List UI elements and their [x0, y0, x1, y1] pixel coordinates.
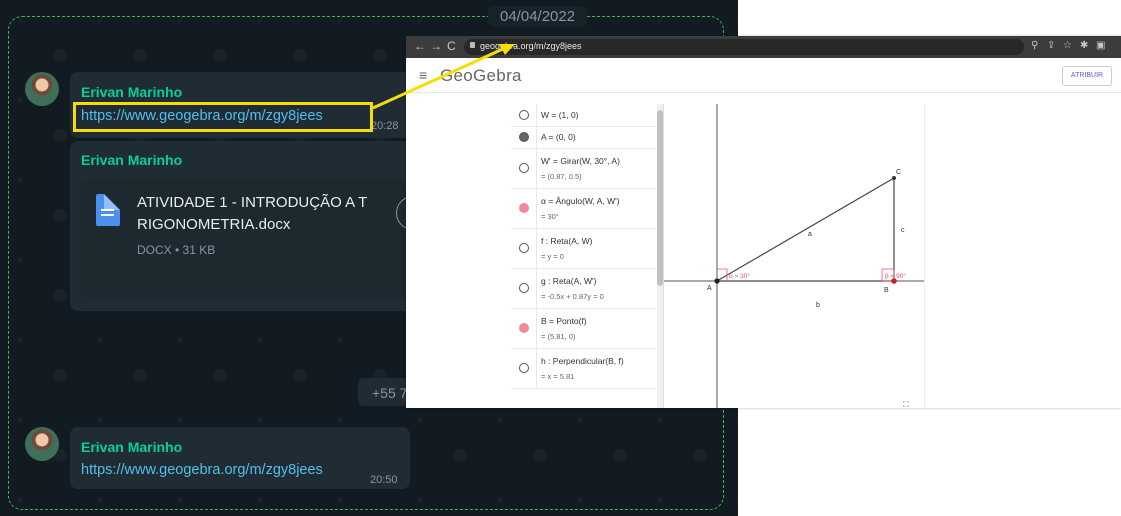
label-a: A [707, 285, 712, 292]
algebra-definition[interactable]: h : Perpendicular(B, f) [541, 356, 624, 366]
point-a[interactable] [714, 278, 720, 284]
row-divider [536, 228, 537, 268]
row-divider [536, 348, 537, 388]
forward-arrow-icon[interactable]: → [430, 39, 442, 53]
row-divider [536, 268, 537, 308]
algebra-value: = x = 5.81 [541, 372, 575, 381]
url-text[interactable]: geogebra.org/m/zgy8jees [480, 41, 582, 51]
algebra-row[interactable]: B = Ponto(f) = (5.81, 0) [511, 308, 656, 349]
visibility-toggle[interactable] [519, 363, 529, 373]
label-side-a: a [808, 231, 812, 238]
geogebra-link[interactable]: https://www.geogebra.org/m/zgy8jees [81, 462, 323, 478]
visibility-toggle[interactable] [519, 110, 529, 120]
graphics-view[interactable]: A B C a b c α = 30° β = 90° [664, 104, 925, 408]
algebra-value: = (0.87, 0.5) [541, 172, 582, 181]
algebra-value: = -0.5x + 0.87y = 0 [541, 292, 604, 301]
algebra-value: = 30° [541, 212, 559, 221]
label-side-b: b [816, 302, 820, 309]
lock-icon [470, 42, 475, 48]
docx-file-icon [96, 194, 120, 226]
algebra-definition[interactable]: W' = Girar(W, 30°, A) [541, 156, 620, 166]
algebra-row[interactable]: h : Perpendicular(B, f) = x = 5.81 [511, 348, 656, 389]
row-divider [536, 308, 537, 348]
document-title-line: ATIVIDADE 1 - INTRODUÇÃO A T [137, 194, 368, 211]
algebra-value: = (5.81, 0) [541, 332, 576, 341]
algebra-definition[interactable]: W = (1, 0) [541, 110, 579, 120]
label-c: C [896, 169, 901, 176]
algebra-row[interactable]: A = (0, 0) [511, 126, 656, 149]
algebra-definition[interactable]: α = Ângulo(W, A, W') [541, 196, 620, 206]
label-alpha: α = 30° [729, 272, 750, 280]
row-divider [536, 148, 537, 188]
geogebra-logo[interactable]: GeoGebra [440, 66, 522, 86]
row-divider [536, 126, 537, 148]
visibility-toggle[interactable] [519, 243, 529, 253]
hamburger-menu-icon[interactable]: ≡ [419, 67, 427, 83]
algebra-view: W = (1, 0) A = (0, 0) W' = Girar(W, 30°,… [511, 104, 664, 408]
algebra-value: = y = 0 [541, 252, 564, 261]
assign-button[interactable]: ATRIBUIR [1062, 66, 1112, 86]
visibility-toggle[interactable] [519, 203, 529, 213]
algebra-definition[interactable]: f : Reta(A, W) [541, 236, 592, 246]
row-divider [536, 188, 537, 228]
avatar[interactable] [25, 427, 59, 461]
date-chip: 04/04/2022 [488, 6, 588, 27]
algebra-definition[interactable]: B = Ponto(f) [541, 316, 587, 326]
geometry-canvas[interactable]: A B C a b c α = 30° β = 90° [664, 104, 924, 408]
sender-name[interactable]: Erivan Marinho [81, 439, 182, 455]
zoom-icon[interactable]: ⚲ [1031, 40, 1038, 51]
document-title[interactable]: ATIVIDADE 1 - INTRODUÇÃO A T RIGONOMETRI… [137, 192, 397, 236]
avatar[interactable] [25, 72, 59, 106]
sender-name[interactable]: Erivan Marinho [81, 152, 182, 168]
reload-icon[interactable]: C [447, 39, 456, 53]
algebra-row[interactable]: W' = Girar(W, 30°, A) = (0.87, 0.5) [511, 148, 656, 189]
fullscreen-icon[interactable]: ⛶ [903, 400, 909, 408]
share-icon[interactable]: ⇪ [1047, 40, 1055, 51]
algebra-row[interactable]: g : Reta(A, W') = -0.5x + 0.87y = 0 [511, 268, 656, 309]
phone-number[interactable]: +55 7 [372, 385, 407, 401]
message-time: 20:50 [370, 474, 398, 486]
document-meta: DOCX • 31 KB [137, 243, 216, 257]
extensions-icon[interactable]: ✱ [1080, 40, 1088, 51]
visibility-toggle[interactable] [519, 323, 529, 333]
back-arrow-icon[interactable]: ← [414, 39, 426, 53]
message-time: 20:28 [371, 120, 399, 132]
row-divider [536, 104, 537, 126]
label-side-c: c [901, 227, 905, 234]
point-c[interactable] [892, 176, 896, 180]
algebra-definition[interactable]: A = (0, 0) [541, 132, 576, 142]
message-bubble [70, 427, 410, 489]
geogebra-browser-window: ← → C geogebra.org/m/zgy8jees ⚲ ⇪ ☆ ✱ ▣ … [406, 36, 1121, 408]
visibility-toggle[interactable] [519, 163, 529, 173]
link-highlight-box [73, 102, 373, 132]
sender-name[interactable]: Erivan Marinho [81, 84, 182, 100]
star-icon[interactable]: ☆ [1063, 40, 1072, 51]
document-title-line: RIGONOMETRIA.docx [137, 216, 291, 233]
label-b: B [884, 287, 889, 294]
algebra-scrollbar-thumb[interactable] [657, 110, 663, 286]
segment-a[interactable] [716, 177, 895, 282]
algebra-row[interactable]: W = (1, 0) [511, 104, 656, 127]
label-beta: β = 90° [885, 272, 906, 280]
visibility-toggle[interactable] [519, 132, 529, 142]
algebra-row[interactable]: α = Ângulo(W, A, W') = 30° [511, 188, 656, 229]
algebra-row[interactable]: f : Reta(A, W) = y = 0 [511, 228, 656, 269]
algebra-definition[interactable]: g : Reta(A, W') [541, 276, 596, 286]
visibility-toggle[interactable] [519, 283, 529, 293]
sidebar-icon[interactable]: ▣ [1096, 40, 1105, 51]
